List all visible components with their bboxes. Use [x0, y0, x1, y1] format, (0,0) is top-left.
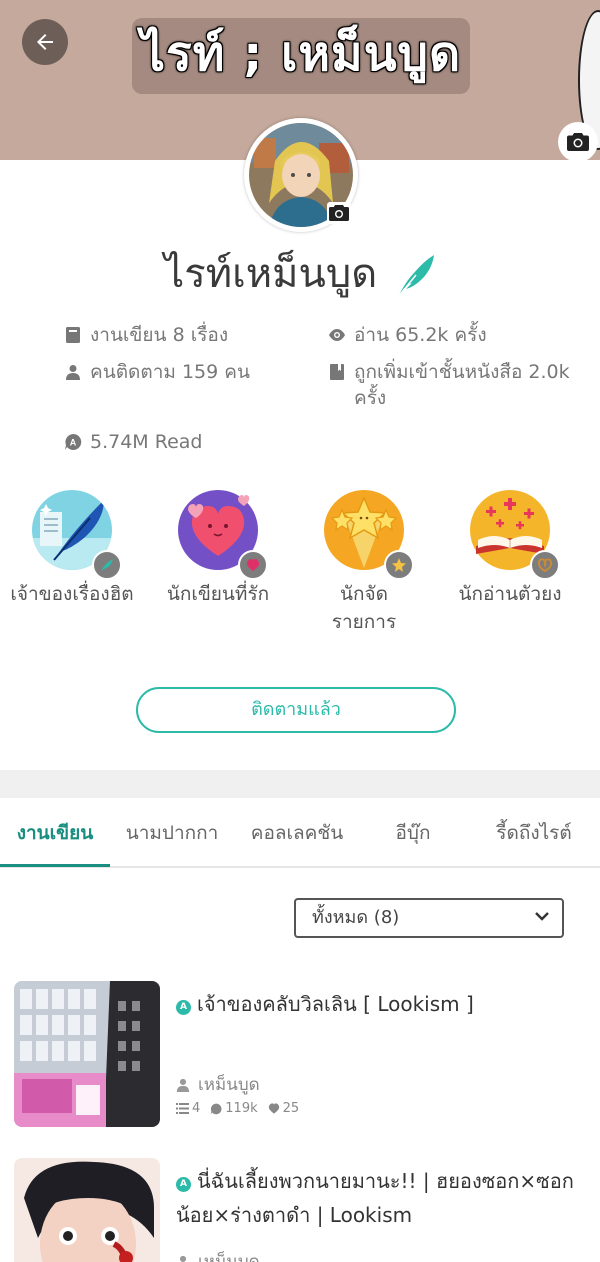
read-badge-icon	[210, 1103, 222, 1114]
camera-icon	[567, 133, 589, 151]
tab-collections[interactable]: คอลเลคชัน	[240, 798, 354, 868]
quill-badge-icon	[32, 490, 122, 580]
eye-icon	[328, 324, 346, 346]
tab-pen-names[interactable]: นามปากกา	[118, 798, 226, 868]
views-count: 119k	[210, 1101, 258, 1116]
active-tab-indicator	[0, 864, 110, 867]
tab-works[interactable]: งานเขียน	[0, 798, 110, 868]
change-cover-button[interactable]	[558, 122, 598, 160]
badge-hit-owner[interactable]: เจ้าของเรื่องฮิต	[6, 490, 138, 608]
tab-reader-messages[interactable]: รี้ดถึงไรต์	[470, 798, 598, 868]
read-badge-icon: A	[176, 1000, 191, 1015]
heart-icon	[268, 1103, 279, 1114]
story-author[interactable]: เหม็นบูด	[176, 1071, 260, 1098]
story-title[interactable]: A นี่ฉันเลี้ยงพวกนายมานะ!! | ฮยองซอก×ซอกน…	[176, 1164, 586, 1232]
profile-name: ไรท์เหม็นบูด	[0, 246, 600, 302]
star-badge-icon	[324, 490, 414, 580]
tab-ebooks[interactable]: อีบุ๊ก	[372, 798, 454, 868]
badge-avid-reader[interactable]: นักอ่านตัวยง	[444, 490, 576, 608]
person-icon	[176, 1078, 190, 1092]
stat-total-reads: A 5.74M Read	[64, 429, 304, 455]
back-button[interactable]	[22, 19, 68, 65]
filter-selected-value: ทั้งหมด (8)	[312, 907, 400, 928]
story-title[interactable]: A เจ้าของคลับวิลเลิน [ Lookism ]	[176, 987, 586, 1021]
badge-beloved-writer[interactable]: นักเขียนที่รัก	[152, 490, 284, 608]
chapters-count: 4	[176, 1101, 200, 1116]
stat-reads: อ่าน 65.2k ครั้ง	[328, 322, 588, 348]
story-author[interactable]: เหม็นบูด	[176, 1248, 260, 1262]
book-badge-icon	[470, 490, 560, 580]
story-cover-image	[14, 981, 160, 1127]
follow-button[interactable]: ติดตามแล้ว	[136, 687, 456, 733]
avatar[interactable]	[244, 118, 358, 232]
heart-mini-icon	[238, 550, 268, 580]
star-mini-icon	[384, 550, 414, 580]
feather-mini-icon	[92, 550, 122, 580]
story-cover-image	[14, 1158, 160, 1262]
story-item[interactable]: A เจ้าของคลับวิลเลิน [ Lookism ] เหม็นบูด…	[0, 981, 600, 1131]
cover-title: ไรท์ ; เหม็นบูด	[140, 26, 462, 82]
heart-badge-icon	[178, 490, 268, 580]
badge-curator[interactable]: นักจัดรายการ	[298, 490, 430, 636]
profile-tabs: งานเขียน นามปากกา คอลเลคชัน อีบุ๊ก รี้ดถ…	[0, 798, 600, 868]
bookmark-book-icon	[328, 361, 346, 383]
pretzel-mini-icon	[530, 550, 560, 580]
chevron-down-icon	[535, 912, 549, 921]
stat-works: งานเขียน 8 เรื่อง	[64, 322, 304, 348]
stat-library-adds: ถูกเพิ่มเข้าชั้นหนังสือ 2.0k ครั้ง	[328, 359, 592, 411]
profile-name-text: ไรท์เหม็นบูด	[164, 251, 378, 297]
person-icon	[179, 1255, 187, 1262]
camera-icon	[327, 202, 351, 224]
likes-count: 25	[268, 1101, 299, 1116]
arrow-left-icon	[37, 34, 53, 50]
change-avatar-button[interactable]	[326, 202, 352, 224]
book-icon	[64, 324, 82, 346]
story-item[interactable]: A นี่ฉันเลี้ยงพวกนายมานะ!! | ฮยองซอก×ซอกน…	[0, 1158, 600, 1262]
svg-text:A: A	[70, 438, 77, 448]
person-icon	[64, 361, 82, 383]
writer-feather-icon	[397, 255, 434, 298]
read-badge-icon: A	[176, 1177, 191, 1192]
stat-followers: คนติดตาม 159 คน	[64, 359, 304, 385]
story-meta: 4 119k 25	[176, 1101, 309, 1116]
category-filter-select[interactable]: ทั้งหมด (8)	[294, 898, 564, 938]
read-badge-icon: A	[64, 431, 82, 453]
section-divider	[0, 770, 600, 798]
list-icon	[176, 1103, 189, 1114]
